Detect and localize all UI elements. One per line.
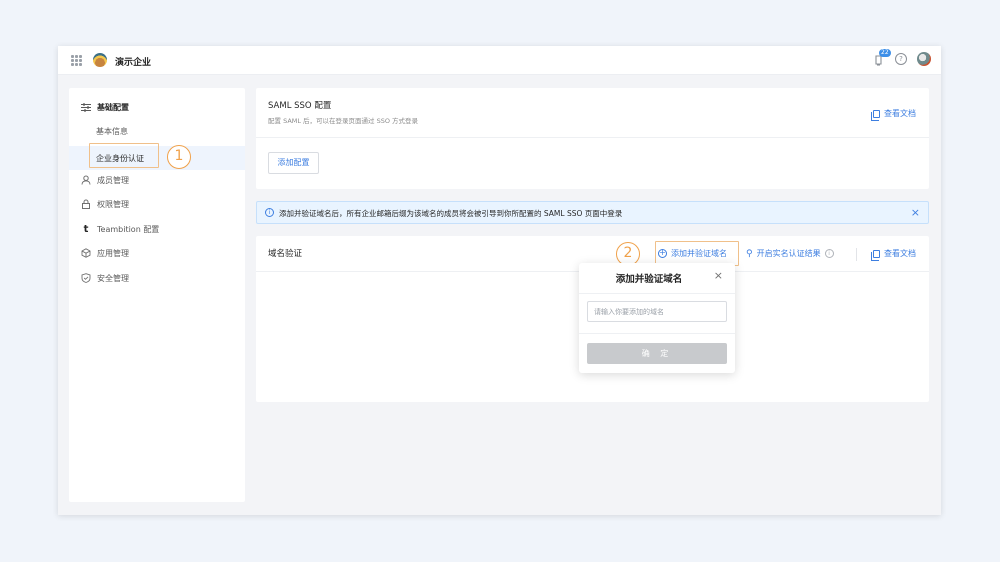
highlight-box-enterprise-auth bbox=[89, 143, 159, 168]
info-icon: i bbox=[265, 208, 274, 217]
close-icon[interactable]: × bbox=[911, 206, 920, 219]
sidebar-item-members[interactable]: 成员管理 bbox=[69, 168, 245, 192]
sliders-icon bbox=[81, 102, 91, 112]
top-bar: 演示企业 22 ? bbox=[58, 46, 941, 75]
add-domain-popover: 添加并验证域名 × 确 定 bbox=[579, 263, 735, 373]
close-icon[interactable]: × bbox=[714, 269, 723, 282]
sidebar-item-basic-info[interactable]: 基本信息 bbox=[69, 119, 245, 143]
sidebar-item-apps[interactable]: 应用管理 bbox=[69, 241, 245, 265]
teambition-icon: t bbox=[83, 223, 89, 235]
sidebar-item-teambition[interactable]: t Teambition 配置 bbox=[69, 217, 245, 241]
sidebar-item-label: 成员管理 bbox=[97, 175, 129, 185]
cube-icon bbox=[81, 248, 91, 258]
topbar-actions: 22 ? bbox=[873, 49, 931, 66]
sidebar-item-label: 安全管理 bbox=[97, 273, 129, 283]
sidebar-item-permissions[interactable]: 权限管理 bbox=[69, 192, 245, 216]
popover-divider bbox=[579, 333, 735, 334]
document-icon bbox=[871, 249, 880, 261]
key-icon: ⚲ bbox=[746, 248, 753, 259]
domain-input[interactable] bbox=[587, 301, 727, 322]
notice-text: 添加并验证域名后，所有企业邮箱后缀为该域名的成员将会被引导到你所配置的 SAML… bbox=[279, 209, 623, 218]
user-icon bbox=[81, 175, 91, 185]
link-separator bbox=[856, 248, 857, 261]
notification-icon[interactable]: 22 bbox=[873, 49, 891, 66]
saml-title: SAML SSO 配置 bbox=[268, 101, 332, 111]
domain-title: 域名验证 bbox=[268, 249, 303, 259]
info-icon[interactable]: i bbox=[824, 249, 834, 258]
domain-doc-link-label: 查看文档 bbox=[884, 249, 916, 258]
document-icon bbox=[871, 109, 880, 121]
realname-result-label: 开启实名认证结果 bbox=[756, 249, 821, 258]
domain-doc-link[interactable]: 查看文档 bbox=[871, 248, 916, 261]
info-notice-bar: i 添加并验证域名后，所有企业邮箱后缀为该域名的成员将会被引导到你所配置的 SA… bbox=[256, 201, 929, 224]
notification-badge: 22 bbox=[879, 49, 891, 57]
sidebar-item-label: Teambition 配置 bbox=[97, 224, 160, 234]
realname-result-link[interactable]: ⚲ 开启实名认证结果 i bbox=[746, 248, 834, 259]
saml-sso-card: SAML SSO 配置 配置 SAML 后，可以在登录页面通过 SSO 方式登录… bbox=[256, 88, 929, 189]
card-divider bbox=[256, 137, 929, 138]
org-name[interactable]: 演示企业 bbox=[115, 55, 151, 68]
help-icon[interactable]: ? bbox=[895, 53, 907, 65]
lock-icon bbox=[81, 199, 91, 209]
sidebar-item-label: 基础配置 bbox=[97, 102, 129, 112]
sidebar-item-security[interactable]: 安全管理 bbox=[69, 266, 245, 290]
sidebar-group-basic-config[interactable]: 基础配置 bbox=[69, 95, 245, 119]
saml-description: 配置 SAML 后，可以在登录页面通过 SSO 方式登录 bbox=[268, 117, 419, 125]
add-saml-config-button[interactable]: 添加配置 bbox=[268, 152, 319, 174]
org-logo bbox=[93, 53, 107, 67]
shield-icon bbox=[81, 273, 91, 283]
popover-divider bbox=[579, 293, 735, 294]
popover-title: 添加并验证域名 bbox=[615, 274, 683, 285]
step-marker-1: 1 bbox=[167, 145, 191, 169]
saml-doc-link[interactable]: 查看文档 bbox=[871, 108, 916, 121]
saml-doc-link-label: 查看文档 bbox=[884, 109, 916, 118]
app-window: 演示企业 22 ? 基础配置 基本信息 企业身份认证 成员管理 权限管理 t T… bbox=[58, 46, 941, 515]
sidebar-item-label: 基本信息 bbox=[96, 126, 128, 136]
app-grid-icon[interactable] bbox=[71, 55, 82, 66]
sidebar-item-label: 应用管理 bbox=[97, 248, 129, 258]
sidebar-item-label: 权限管理 bbox=[97, 199, 129, 209]
avatar[interactable] bbox=[917, 52, 931, 66]
confirm-button[interactable]: 确 定 bbox=[587, 343, 727, 364]
